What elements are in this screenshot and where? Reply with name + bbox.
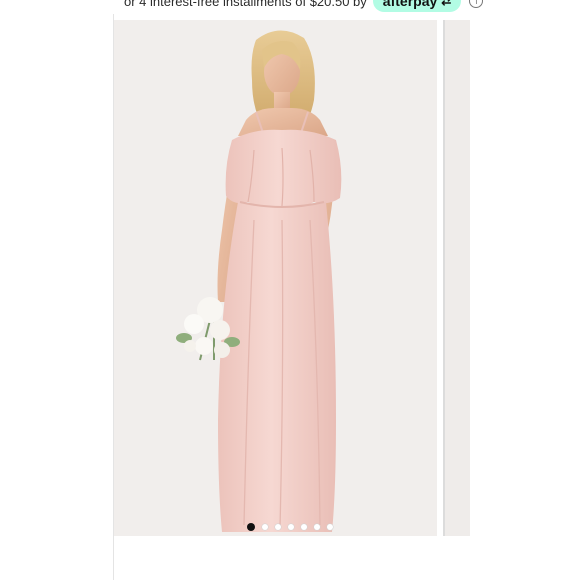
installment-text: or 4 interest-free installments of $20.5… — [124, 0, 367, 9]
info-icon[interactable]: i — [469, 0, 484, 8]
pagination-dot[interactable] — [301, 524, 307, 530]
image-pagination — [247, 523, 333, 531]
pagination-dot-active[interactable] — [247, 523, 255, 531]
product-image-main[interactable] — [114, 20, 437, 536]
pagination-dot[interactable] — [314, 524, 320, 530]
afterpay-label: afterpay — [382, 0, 438, 9]
installment-message: or 4 interest-free installments of $20.5… — [124, 0, 484, 12]
pagination-dot[interactable] — [262, 524, 268, 530]
model-photo — [176, 30, 342, 532]
afterpay-arrows-icon: ⇄ — [441, 0, 452, 8]
pagination-dot[interactable] — [327, 524, 333, 530]
pagination-dot[interactable] — [275, 524, 281, 530]
product-page: or 4 interest-free installments of $20.5… — [0, 0, 580, 580]
product-image-next-peek[interactable] — [443, 20, 470, 536]
pagination-dot[interactable] — [288, 524, 294, 530]
afterpay-badge[interactable]: afterpay ⇄ — [372, 0, 462, 12]
